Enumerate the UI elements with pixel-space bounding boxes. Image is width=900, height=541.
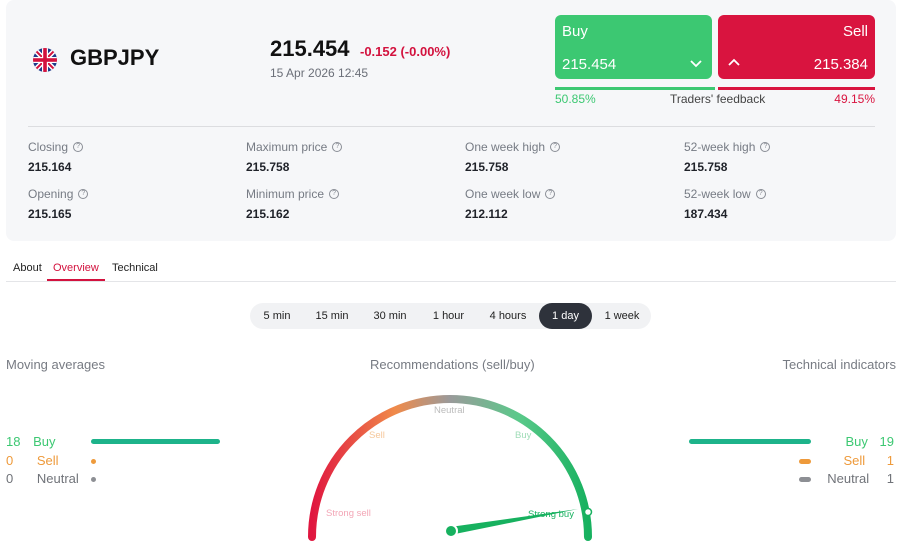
sellers-percentage: 49.15% xyxy=(834,92,875,106)
period-1-hour[interactable]: 1 hour xyxy=(420,303,477,329)
gauge-label-buy: Buy xyxy=(515,430,532,441)
stat-maximum-price: Maximum price? 215.758 xyxy=(246,140,343,174)
ti-buy-label: Buy xyxy=(845,434,868,449)
stat-value: 215.162 xyxy=(246,207,290,221)
stat-label: Maximum price xyxy=(246,140,328,154)
section-tabs: About Overview Technical xyxy=(6,262,896,282)
sellers-feedback-bar xyxy=(718,87,875,90)
ti-neutral-bar xyxy=(799,477,811,482)
stat-label: Closing xyxy=(28,140,69,154)
buy-price: 215.454 xyxy=(562,56,617,73)
ti-sell-count: 1 xyxy=(886,453,894,468)
technical-indicators-title: Technical indicators xyxy=(782,357,896,372)
buy-button-label: Buy xyxy=(562,23,588,40)
period-30-min[interactable]: 30 min xyxy=(363,303,417,329)
ma-buy-row: 18 Buy xyxy=(6,434,56,449)
ma-buy-label: Buy xyxy=(33,434,56,449)
stat-label: One week high xyxy=(465,140,546,154)
stat-value: 215.758 xyxy=(465,160,509,174)
stat-value: 215.758 xyxy=(684,160,728,174)
price-datetime: 15 Apr 2026 12:45 xyxy=(270,66,369,80)
period-5-min[interactable]: 5 min xyxy=(252,303,302,329)
stat-52-week-low: 52-week low? 187.434 xyxy=(684,187,766,221)
stat-closing: Closing? 215.164 xyxy=(28,140,84,174)
ma-buy-bar xyxy=(91,439,220,444)
buyers-feedback-bar xyxy=(555,87,715,90)
stat-opening: Opening? 215.165 xyxy=(28,187,89,221)
period-1-week[interactable]: 1 week xyxy=(596,303,648,329)
stat-label: Opening xyxy=(28,187,74,201)
instrument-symbol: GBPJPY xyxy=(70,45,160,70)
stat-label: Minimum price xyxy=(246,187,325,201)
moving-averages-title: Moving averages xyxy=(6,357,105,372)
ma-sell-count: 0 xyxy=(6,453,14,468)
help-icon[interactable]: ? xyxy=(73,142,84,152)
help-icon[interactable]: ? xyxy=(760,142,771,152)
period-selector: 5 min 15 min 30 min 1 hour 4 hours 1 day… xyxy=(250,303,651,329)
ti-neutral-label: Neutral xyxy=(827,471,870,486)
traders-feedback-label: Traders' feedback xyxy=(670,92,766,106)
tab-overview[interactable]: Overview xyxy=(47,262,105,281)
stat-value: 187.434 xyxy=(684,207,728,221)
current-price: 215.454 xyxy=(270,36,350,61)
gauge-needle-hub xyxy=(444,524,458,538)
gauge-label-neutral: Neutral xyxy=(434,405,465,416)
gauge-end-marker xyxy=(583,507,593,517)
chevron-down-icon xyxy=(690,60,702,68)
sell-button-label: Sell xyxy=(842,23,868,40)
price-change: -0.152 (-0.00%) xyxy=(360,44,451,59)
ti-sell-bar xyxy=(799,459,811,464)
help-icon[interactable]: ? xyxy=(332,142,343,152)
ti-neutral-count: 1 xyxy=(886,471,894,486)
gauge-label-strong-sell: Strong sell xyxy=(326,508,371,519)
stat-one-week-low: One week low? 212.112 xyxy=(465,187,556,221)
stat-value: 215.758 xyxy=(246,160,290,174)
buy-button[interactable]: Buy 215.454 xyxy=(555,15,712,79)
ma-neutral-bar xyxy=(91,477,96,482)
period-15-min[interactable]: 15 min xyxy=(306,303,358,329)
stat-52-week-high: 52-week high? 215.758 xyxy=(684,140,771,174)
stat-value: 215.165 xyxy=(28,207,72,221)
stat-minimum-price: Minimum price? 215.162 xyxy=(246,187,340,221)
period-1-day[interactable]: 1 day xyxy=(539,303,592,329)
ma-neutral-count: 0 xyxy=(6,471,14,486)
buyers-percentage: 50.85% xyxy=(555,92,596,106)
ma-sell-label: Sell xyxy=(36,453,59,468)
ma-buy-count: 18 xyxy=(6,434,21,449)
help-icon[interactable]: ? xyxy=(78,189,89,199)
sell-price: 215.384 xyxy=(813,56,868,73)
stat-label: 52-week low xyxy=(684,187,751,201)
stat-value: 215.164 xyxy=(28,160,72,174)
ma-neutral-label: Neutral xyxy=(36,471,79,486)
ma-neutral-row: 0 Neutral xyxy=(6,471,79,486)
stat-label: 52-week high xyxy=(684,140,756,154)
ti-buy-row: Buy 19 xyxy=(846,434,895,449)
period-4-hours[interactable]: 4 hours xyxy=(479,303,537,329)
chevron-up-icon xyxy=(728,58,740,66)
tab-about[interactable]: About xyxy=(13,262,42,279)
stat-one-week-high: One week high? 215.758 xyxy=(465,140,561,174)
ti-buy-count: 19 xyxy=(879,434,894,449)
ti-sell-label: Sell xyxy=(843,453,866,468)
recommendations-title: Recommendations (sell/buy) xyxy=(370,357,535,372)
ma-sell-row: 0 Sell xyxy=(6,453,59,468)
recommendations-gauge: Strong sell Sell Neutral Buy Strong buy xyxy=(308,395,593,541)
ma-sell-bar xyxy=(91,459,96,464)
help-icon[interactable]: ? xyxy=(755,189,766,199)
stat-value: 212.112 xyxy=(465,207,508,221)
ti-neutral-row: Neutral 1 xyxy=(827,471,894,486)
sell-button[interactable]: Sell 215.384 xyxy=(718,15,875,79)
stat-label: One week low xyxy=(465,187,541,201)
help-icon[interactable]: ? xyxy=(545,189,556,199)
help-icon[interactable]: ? xyxy=(550,142,561,152)
help-icon[interactable]: ? xyxy=(329,189,340,199)
uk-flag-icon xyxy=(33,48,57,72)
gauge-label-sell: Sell xyxy=(369,430,385,441)
ti-buy-bar xyxy=(689,439,811,444)
tab-technical[interactable]: Technical xyxy=(112,262,158,279)
summary-divider xyxy=(28,126,875,127)
ti-sell-row: Sell 1 xyxy=(843,453,894,468)
